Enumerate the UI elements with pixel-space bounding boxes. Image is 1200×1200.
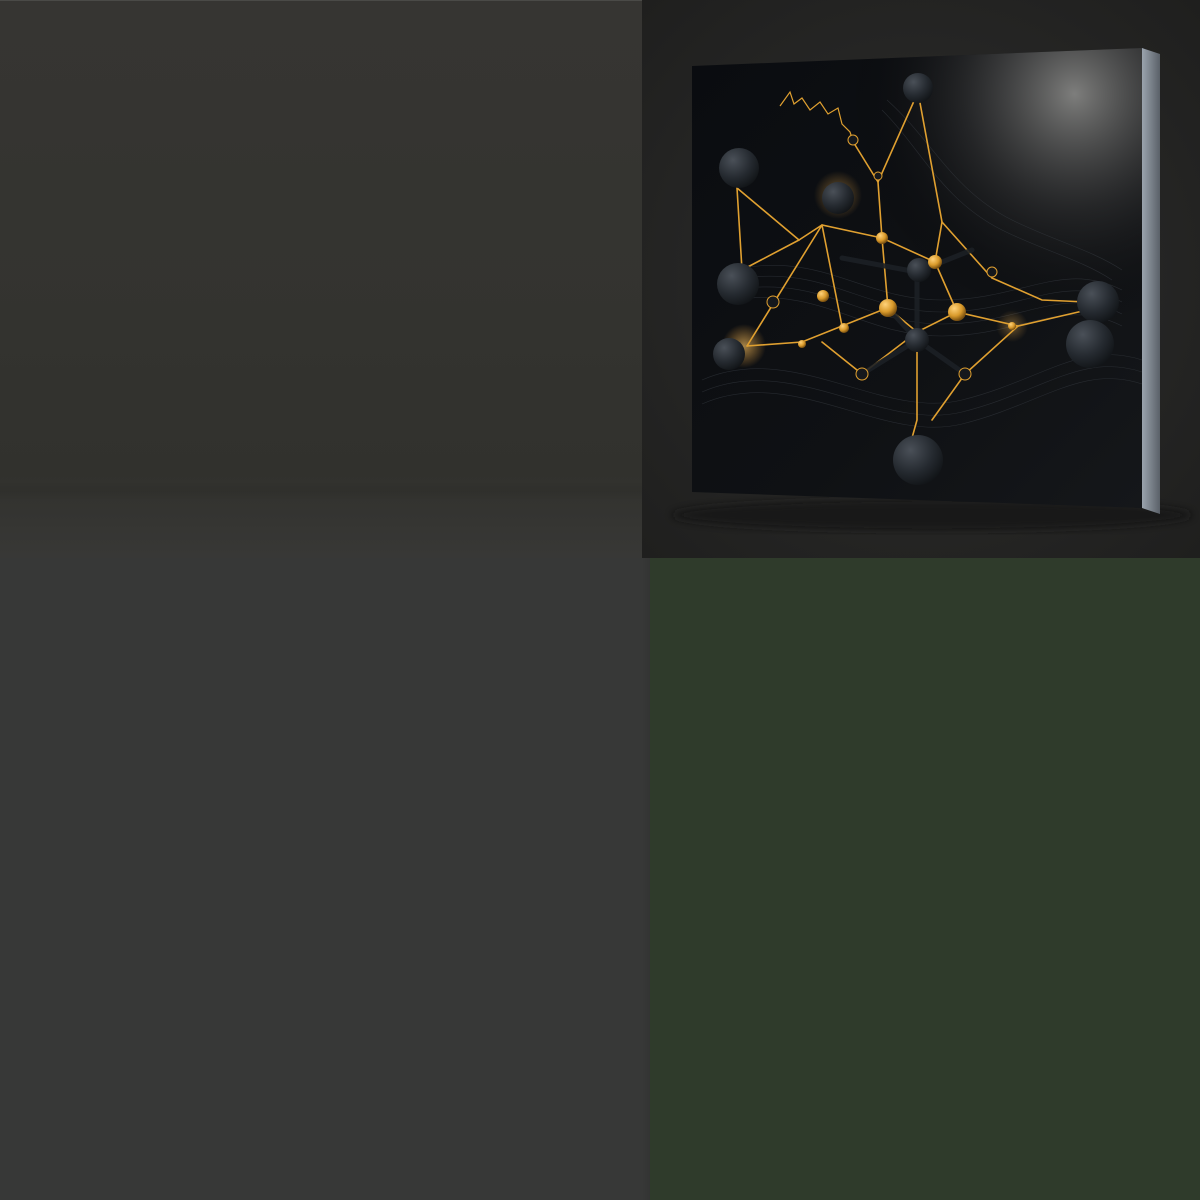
bottom-right-panel [650, 558, 1200, 1200]
color-swatch-grid [0, 0, 1200, 1200]
top-left-panel [0, 0, 642, 558]
canvas-face [692, 48, 1143, 508]
top-right-panel [642, 0, 1200, 558]
canvas-print-artwork [642, 0, 1200, 558]
canvas-edge [1142, 48, 1160, 514]
bottom-left-panel [0, 558, 650, 1200]
